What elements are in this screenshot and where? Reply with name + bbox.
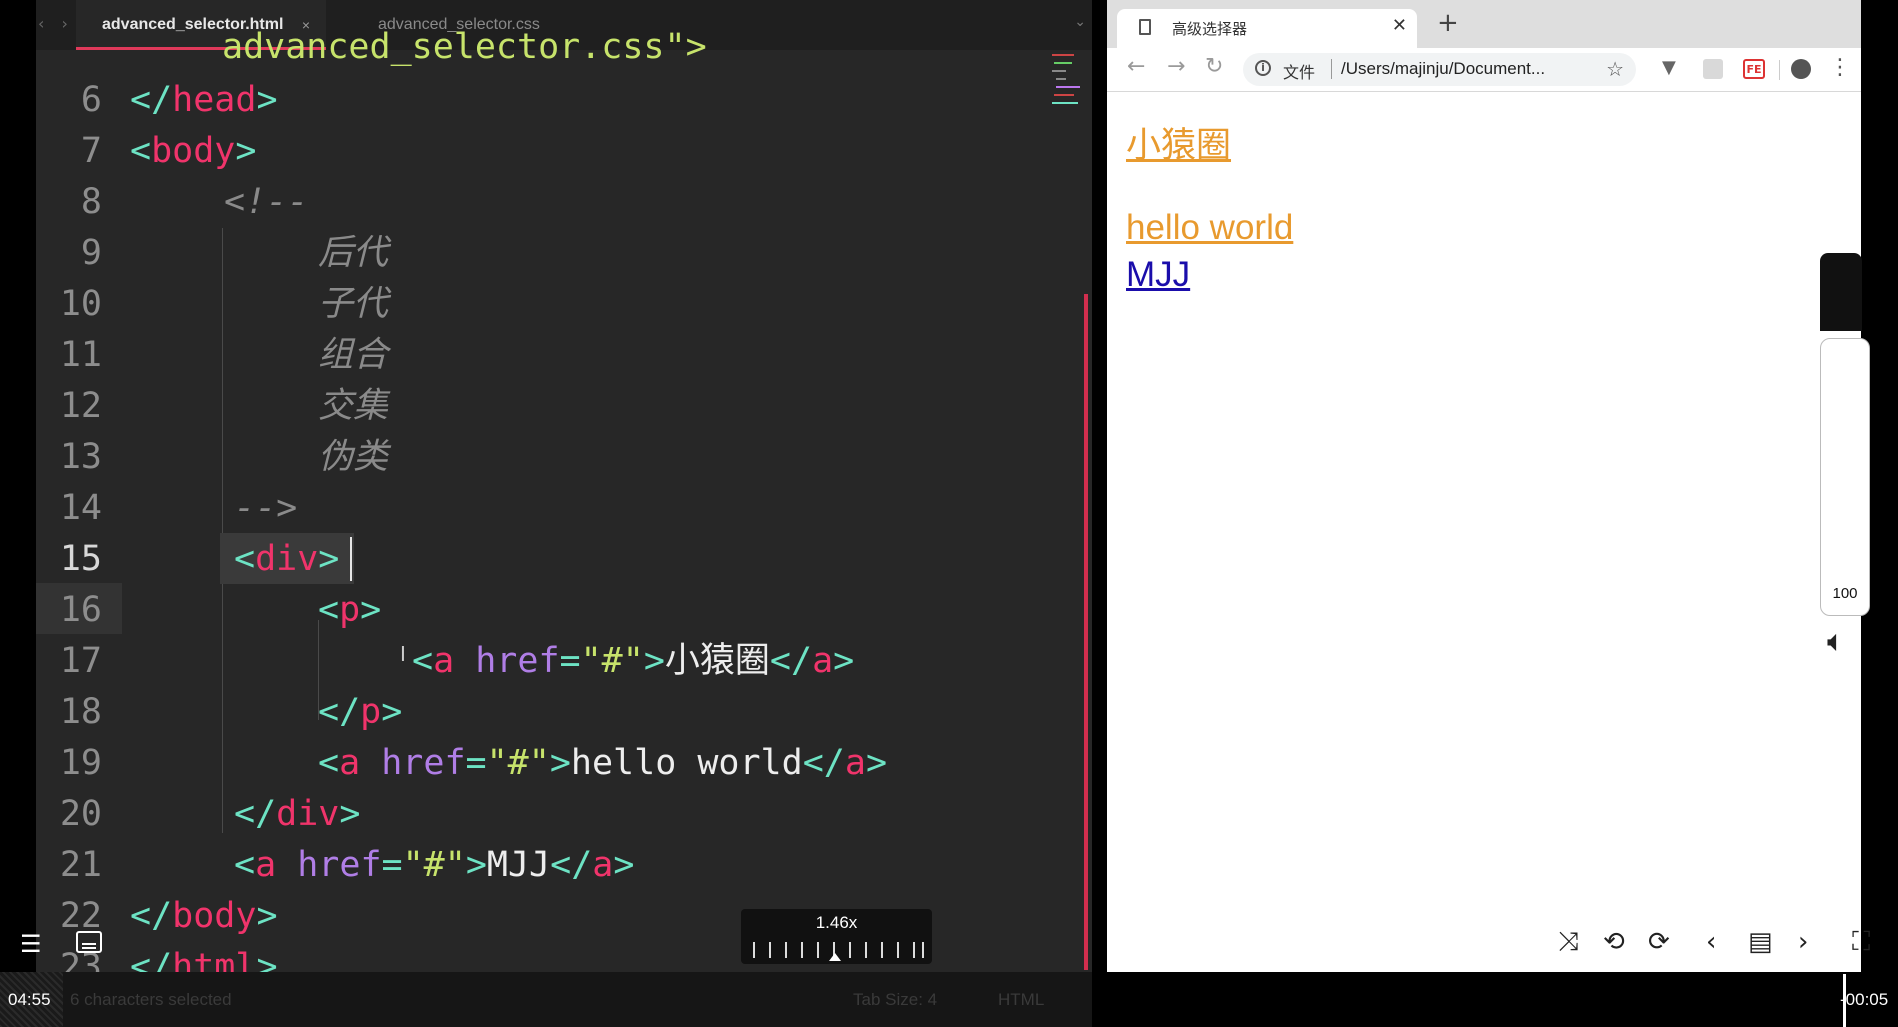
speaker-icon[interactable]: 🔈︎ [1827,624,1845,659]
code-line-22[interactable]: </body> [130,891,278,942]
code-line-20[interactable]: </div> [234,789,360,840]
link-hello-world[interactable]: hello world [1126,208,1293,248]
code-editor[interactable]: ‹ › advanced_selector.html × advanced_se… [0,0,1092,972]
extension-icon[interactable] [1703,59,1723,79]
hamburger-icon[interactable]: ☰ [20,932,42,956]
code-line-21[interactable]: <a href="#">MJJ</a> [234,840,634,891]
line-number: 20 [59,794,102,834]
playback-speed-value: 1.46x [815,913,858,932]
document-icon [1139,19,1151,35]
line-gutter: 6 7 8 9 10 11 12 13 14 15 16 17 18 19 20 21 22 23 [36,50,122,972]
time-remaining: -00:05 [1840,990,1889,1009]
repeat-icon[interactable]: ⟲ [1603,927,1625,957]
url-scheme-label: 文件 [1283,63,1316,82]
code-line-8[interactable]: <!-- [224,177,308,228]
speed-pointer-icon [829,953,841,961]
code-line-14[interactable]: --> [234,483,297,534]
line-number: 17 [59,641,102,681]
repeat-one-icon[interactable]: ⟳ [1648,927,1670,957]
volume-value: 100 [1832,585,1858,602]
new-tab-button[interactable]: + [1437,10,1459,36]
browser-toolbar: ← → ↻ i 文件 /Users/majinju/Document... ☆ … [1107,48,1861,92]
reload-icon[interactable]: ↻ [1205,56,1223,78]
code-line-7[interactable]: <body> [130,126,256,177]
url-text[interactable]: /Users/majinju/Document... [1341,59,1545,79]
link-xiaoyuanquan[interactable]: 小猿圈 [1126,126,1231,166]
forward-arrow-icon[interactable]: → [1167,56,1185,78]
divider [1779,60,1780,80]
code-line-15[interactable]: <div> [234,534,339,585]
line-number: 18 [59,692,102,732]
link-mjj[interactable]: MJJ [1126,255,1190,295]
extension-icon[interactable]: ▼ [1662,57,1682,78]
line-number: 8 [80,182,102,222]
code-line-12[interactable]: 交集 [318,381,388,432]
line-number: 12 [59,386,102,426]
menu-dots-icon[interactable]: ⋮ [1829,54,1851,82]
browser-window: 高级选择器 ✕ + ← → ↻ i 文件 /Users/majinju/Docu… [1107,0,1861,972]
code-line-partial[interactable]: advanced_selector.css"> [222,22,707,73]
previous-icon[interactable]: ‹ [1706,927,1716,957]
address-bar[interactable]: i 文件 /Users/majinju/Document... ☆ [1243,53,1636,86]
code-line-13[interactable]: 伪类 [318,432,388,483]
line-number: 6 [80,80,102,120]
ibeam-cursor-icon: I [400,642,406,666]
line-number: 21 [59,845,102,885]
volume-panel-top [1820,253,1862,331]
line-number: 10 [59,284,102,324]
line-number: 19 [59,743,102,783]
next-icon[interactable]: › [1798,927,1808,957]
status-syntax[interactable]: HTML [998,990,1044,1010]
chevron-down-icon[interactable]: ⌄ [1074,14,1086,30]
line-number: 7 [80,131,102,171]
line-number: 15 [59,539,102,579]
browser-tab-strip: 高级选择器 ✕ + [1107,0,1861,48]
code-line-23[interactable]: </html> [130,942,278,972]
close-icon[interactable]: ✕ [1392,15,1407,36]
code-line-16[interactable]: <p> [318,585,381,636]
text-caret [350,537,352,581]
code-line-11[interactable]: 组合 [318,330,388,381]
fullscreen-icon[interactable]: ⛶ [1852,927,1870,957]
time-elapsed: 04:55 [8,990,51,1009]
code-line-17[interactable]: <a href="#">小猿圈</a> [412,636,854,687]
profile-icon[interactable] [1791,59,1811,79]
tab-nav-arrows-icon[interactable]: ‹ › [38,14,74,33]
shuffle-icon[interactable]: ⤨ [1558,927,1579,957]
browser-tab[interactable]: 高级选择器 ✕ [1117,9,1417,48]
line-number: 11 [59,335,102,375]
back-arrow-icon[interactable]: ← [1127,56,1145,78]
info-icon[interactable]: i [1255,60,1271,76]
page-content: 小猿圈 hello world MJJ [1107,92,1861,972]
subtitle-icon[interactable] [76,931,102,953]
indent-guide [222,228,223,833]
volume-slider[interactable] [1820,338,1870,616]
code-line-6[interactable]: </head> [130,75,278,126]
extension-fe-icon[interactable]: FE [1743,59,1765,79]
minimap[interactable] [1048,50,1088,110]
line-number: 16 [59,590,102,630]
divider [1331,59,1332,79]
playback-speed-control[interactable]: 1.46x [741,909,932,964]
editor-pane[interactable]: ‹ › advanced_selector.html × advanced_se… [36,0,1092,972]
line-number: 13 [59,437,102,477]
browser-tab-title: 高级选择器 [1172,20,1248,38]
code-line-19[interactable]: <a href="#">hello world</a> [318,738,887,789]
line-number: 9 [80,233,102,273]
scrollbar[interactable] [1084,294,1088,970]
line-number: 14 [59,488,102,528]
code-line-9[interactable]: 后代 [318,228,388,279]
star-icon[interactable]: ☆ [1606,57,1624,81]
status-tab-size[interactable]: Tab Size: 4 [853,990,937,1010]
code-line-18[interactable]: </p> [318,687,402,738]
code-line-10[interactable]: 子代 [318,279,388,330]
status-selection: 6 characters selected [70,990,232,1009]
playlist-icon[interactable]: ▤ [1748,927,1773,957]
